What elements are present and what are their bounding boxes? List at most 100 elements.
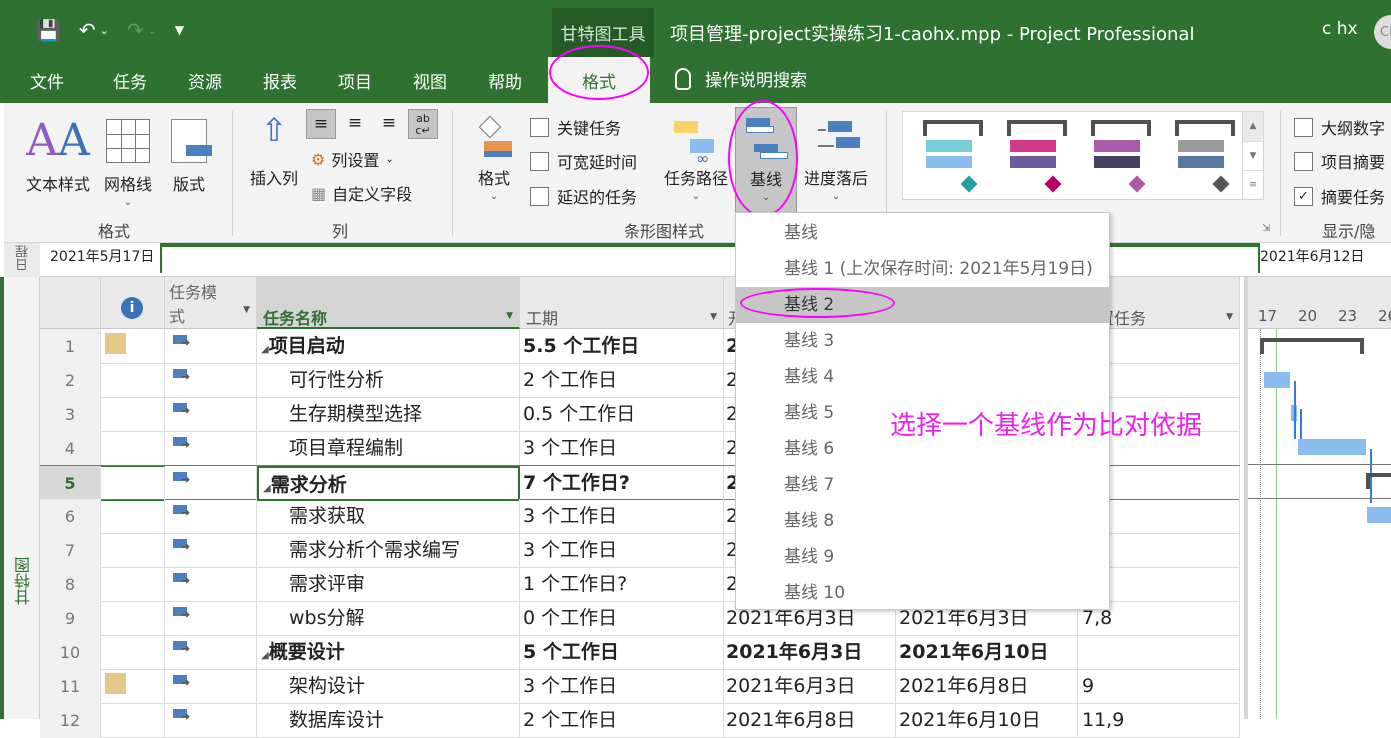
- collapse-icon[interactable]: ◢: [261, 344, 269, 355]
- row-id[interactable]: 6: [40, 499, 101, 534]
- column-settings-button[interactable]: ⚙ 列设置 ⌄: [311, 147, 394, 171]
- baseline-menu-item[interactable]: 基线 1 (上次保存时间: 2021年5月19日): [736, 251, 1109, 287]
- summary-tasks-checkbox[interactable]: ✓ 摘要任务: [1294, 184, 1385, 208]
- table-row[interactable]: 12 数据库设计 2 个工作日2021年6月8日2021年6月10日11,9: [40, 703, 1240, 738]
- task-name-cell[interactable]: ◢项目启动: [257, 329, 520, 364]
- duration-cell[interactable]: 7 个工作日?: [520, 466, 724, 501]
- tab-format[interactable]: 格式: [548, 57, 650, 103]
- row-id[interactable]: 2: [40, 363, 101, 398]
- undo-dropdown-icon[interactable]: ⌄: [100, 24, 109, 37]
- gantt-chart[interactable]: 17 20 23 26: [1244, 277, 1391, 719]
- insert-column-button[interactable]: ⇧ 插入列: [244, 111, 304, 189]
- gantt-style-4[interactable]: [1171, 120, 1235, 193]
- timeline[interactable]: 日程 2021年5月17日 2021年6月12日: [4, 243, 1391, 277]
- row-id[interactable]: 9: [40, 601, 101, 636]
- tab-project[interactable]: 项目: [338, 68, 372, 93]
- predecessors-cell[interactable]: [1078, 635, 1240, 670]
- row-id[interactable]: 11: [40, 669, 101, 704]
- predecessors-cell[interactable]: 11,9: [1078, 703, 1240, 738]
- filter-dropdown-icon[interactable]: ▼: [1226, 312, 1233, 322]
- start-cell[interactable]: 2021年6月3日: [724, 635, 896, 670]
- tell-me-search[interactable]: 操作说明搜索: [675, 66, 807, 91]
- baseline-menu-item[interactable]: 基线 9: [736, 539, 1109, 575]
- task-mode-cell[interactable]: [165, 499, 257, 534]
- dialog-launcher-icon[interactable]: ⇲: [1262, 223, 1270, 234]
- avatar[interactable]: CH: [1374, 15, 1391, 49]
- more-styles-icon[interactable]: ≡: [1243, 170, 1263, 199]
- align-right-button[interactable]: ≡: [374, 109, 404, 139]
- layout-button[interactable]: 版式: [164, 111, 214, 195]
- gantt-style-3[interactable]: [1087, 120, 1151, 193]
- baseline-button[interactable]: 基线 ⌄: [735, 107, 797, 213]
- collapse-icon[interactable]: ◢: [261, 650, 269, 661]
- summary-bar[interactable]: [1366, 473, 1391, 489]
- baseline-menu-item[interactable]: 基线 8: [736, 503, 1109, 539]
- table-row[interactable]: 10◢概要设计5 个工作日2021年6月3日2021年6月10日: [40, 635, 1240, 670]
- finish-cell[interactable]: 2021年6月8日: [896, 669, 1078, 704]
- task-bar[interactable]: [1264, 372, 1290, 388]
- duration-cell[interactable]: 5 个工作日: [520, 635, 724, 670]
- task-mode-cell[interactable]: [165, 466, 257, 501]
- column-header-indicators[interactable]: i: [101, 277, 165, 329]
- user-name[interactable]: c hx: [1322, 19, 1358, 39]
- task-mode-cell[interactable]: [165, 635, 257, 670]
- row-id[interactable]: 8: [40, 567, 101, 602]
- table-row[interactable]: 11 架构设计 3 个工作日2021年6月3日2021年6月8日9: [40, 669, 1240, 704]
- scroll-up-icon[interactable]: ▲: [1243, 112, 1263, 141]
- slippage-button[interactable]: 进度落后 ⌄: [798, 111, 874, 202]
- task-bar[interactable]: [1367, 507, 1391, 523]
- redo-dropdown-icon[interactable]: ⌄: [148, 24, 157, 37]
- gallery-scrollbar[interactable]: ▲ ▼ ≡: [1242, 112, 1263, 199]
- bar-format-button[interactable]: 格式 ⌄: [472, 111, 516, 202]
- tab-file[interactable]: 文件: [30, 68, 64, 93]
- task-mode-cell[interactable]: [165, 397, 257, 432]
- row-id[interactable]: 12: [40, 703, 101, 738]
- align-center-button[interactable]: ≡: [340, 109, 370, 139]
- project-summary-checkbox[interactable]: 项目摘要: [1294, 149, 1385, 173]
- baseline-menu-item[interactable]: 基线: [736, 215, 1109, 251]
- task-mode-cell[interactable]: [165, 329, 257, 364]
- baseline-menu-item[interactable]: 基线 10: [736, 575, 1109, 611]
- align-left-button[interactable]: ≡: [306, 109, 336, 139]
- task-mode-cell[interactable]: [165, 601, 257, 636]
- task-name-cell[interactable]: 可行性分析: [257, 363, 520, 398]
- filter-dropdown-icon[interactable]: ▼: [506, 311, 513, 321]
- start-cell[interactable]: 2021年6月3日: [724, 669, 896, 704]
- filter-dropdown-icon[interactable]: ▼: [710, 312, 717, 322]
- note-icon[interactable]: [105, 333, 126, 354]
- start-cell[interactable]: 2021年6月8日: [724, 703, 896, 738]
- note-icon[interactable]: [105, 673, 126, 694]
- filter-dropdown-icon[interactable]: ▼: [243, 298, 250, 322]
- task-mode-cell[interactable]: [165, 533, 257, 568]
- baseline-menu-item[interactable]: 基线 7: [736, 467, 1109, 503]
- undo-icon[interactable]: ↶: [79, 18, 96, 42]
- view-bar[interactable]: 甘特图: [0, 277, 40, 719]
- finish-cell[interactable]: 2021年6月10日: [896, 703, 1078, 738]
- redo-icon[interactable]: ↷: [127, 18, 144, 42]
- customize-icon[interactable]: ▼: [175, 23, 184, 37]
- task-mode-cell[interactable]: [165, 363, 257, 398]
- task-name-cell[interactable]: ◢概要设计: [257, 635, 520, 670]
- tab-task[interactable]: 任务: [113, 68, 147, 93]
- tab-help[interactable]: 帮助: [488, 68, 522, 93]
- duration-cell[interactable]: 2 个工作日: [520, 703, 724, 738]
- duration-cell[interactable]: 3 个工作日: [520, 499, 724, 534]
- duration-cell[interactable]: 2 个工作日: [520, 363, 724, 398]
- column-header-task-name[interactable]: 任务名称 ▼: [257, 277, 520, 329]
- baseline-menu-item[interactable]: 基线 4: [736, 359, 1109, 395]
- row-id[interactable]: 5: [40, 466, 101, 501]
- column-header-duration[interactable]: 工期 ▼: [520, 277, 724, 329]
- task-name-cell[interactable]: 项目章程编制: [257, 431, 520, 466]
- row-id[interactable]: 1: [40, 329, 101, 364]
- task-bar[interactable]: [1298, 439, 1366, 455]
- task-mode-cell[interactable]: [165, 567, 257, 602]
- duration-cell[interactable]: 3 个工作日: [520, 431, 724, 466]
- baseline-menu-item[interactable]: 基线 3: [736, 323, 1109, 359]
- task-name-cell[interactable]: 架构设计: [257, 669, 520, 704]
- wrap-text-button[interactable]: ab c↵: [408, 109, 438, 139]
- predecessors-cell[interactable]: 9: [1078, 669, 1240, 704]
- task-name-cell[interactable]: 需求分析个需求编写: [257, 533, 520, 568]
- column-header-task-mode[interactable]: 任务模式 ▼: [165, 277, 257, 329]
- summary-bar[interactable]: [1260, 338, 1364, 354]
- tab-resource[interactable]: 资源: [188, 68, 222, 93]
